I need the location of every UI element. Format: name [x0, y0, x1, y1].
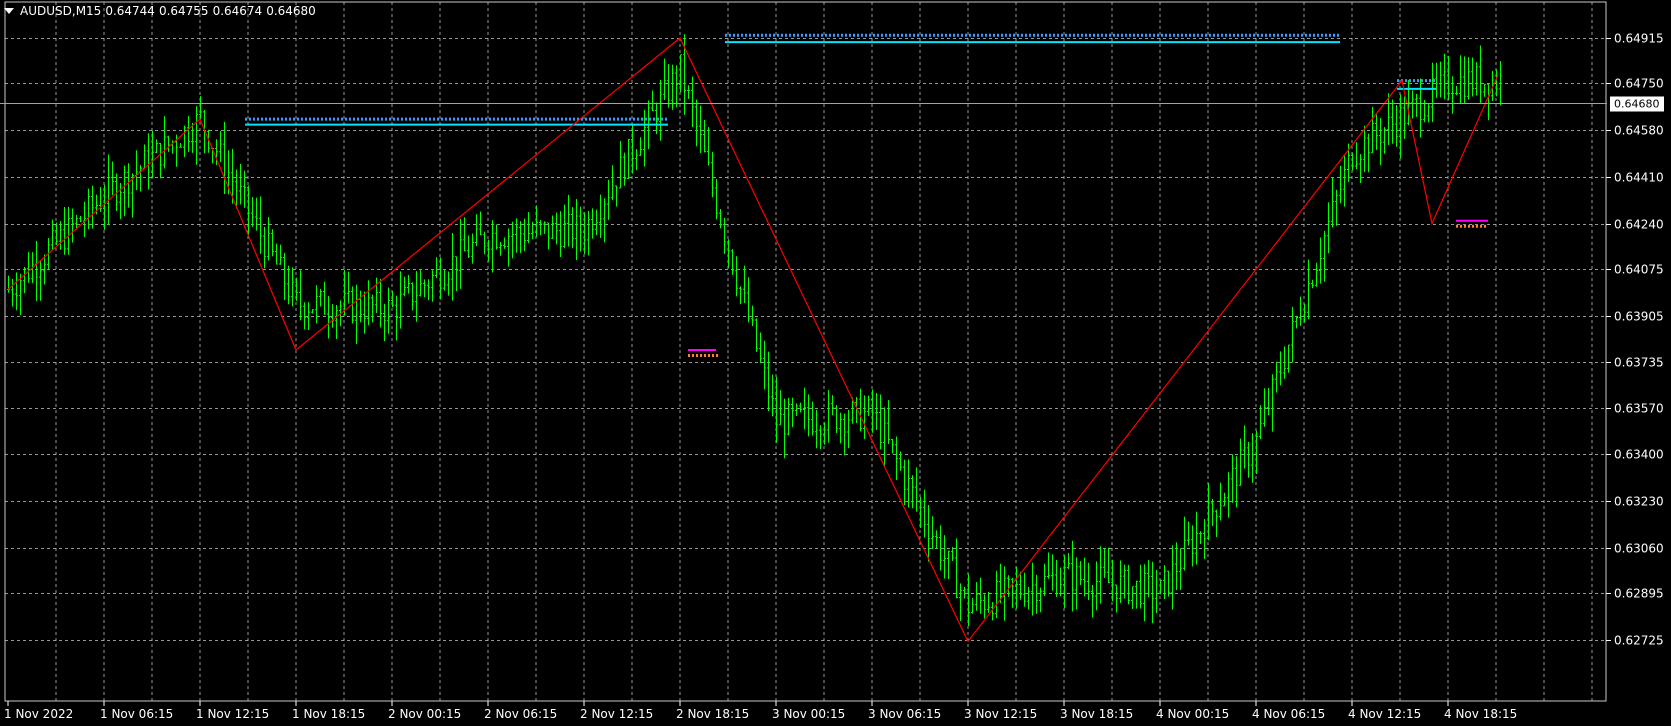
y-tick-label: 0.63570 [1614, 402, 1664, 416]
x-tick-label: 4 Nov 00:15 [1156, 707, 1229, 721]
y-tick-label: 0.63905 [1614, 310, 1664, 324]
x-tick-label: 1 Nov 12:15 [196, 707, 269, 721]
y-tick-label: 0.63735 [1614, 356, 1664, 370]
x-tick-label: 1 Nov 2022 [4, 707, 73, 721]
symbol-timeframe: AUDUSD,M15 [20, 4, 102, 18]
chart-header: AUDUSD,M15 0.64744 0.64755 0.64674 0.646… [4, 4, 316, 18]
x-tick-label: 4 Nov 18:15 [1444, 707, 1517, 721]
y-tick-label: 0.64580 [1614, 124, 1664, 138]
y-tick-label: 0.64240 [1614, 218, 1664, 232]
y-tick-label: 0.64750 [1614, 77, 1664, 91]
y-tick-label: 0.62895 [1614, 587, 1664, 601]
current-price-label: 0.64680 [1610, 96, 1664, 112]
high-price: 0.64755 [158, 4, 209, 18]
open-price: 0.64744 [105, 4, 155, 18]
x-tick-label: 4 Nov 12:15 [1348, 707, 1421, 721]
dropdown-triangle-icon[interactable] [4, 8, 14, 14]
y-tick-label: 0.63230 [1614, 495, 1664, 509]
x-tick-label: 2 Nov 18:15 [676, 707, 749, 721]
x-tick-label: 1 Nov 06:15 [100, 707, 173, 721]
close-price: 0.64680 [266, 4, 316, 18]
x-tick-label: 4 Nov 06:15 [1252, 707, 1325, 721]
y-tick-label: 0.62725 [1614, 634, 1664, 648]
x-tick-label: 1 Nov 18:15 [292, 707, 365, 721]
x-tick-label: 3 Nov 18:15 [1060, 707, 1133, 721]
x-tick-label: 2 Nov 00:15 [388, 707, 461, 721]
y-tick-label: 0.63060 [1614, 542, 1664, 556]
x-tick-label: 3 Nov 00:15 [772, 707, 845, 721]
current-price-text: 0.64680 [1614, 98, 1660, 111]
y-tick-label: 0.64915 [1614, 32, 1664, 46]
x-tick-label: 2 Nov 12:15 [580, 707, 653, 721]
x-tick-label: 3 Nov 06:15 [868, 707, 941, 721]
x-tick-label: 2 Nov 06:15 [484, 707, 557, 721]
y-tick-label: 0.64075 [1614, 263, 1664, 277]
low-price: 0.64674 [212, 4, 263, 18]
y-tick-label: 0.63400 [1614, 448, 1664, 462]
price-chart[interactable]: 0.64915 0.64750 0.64580 0.64410 0.64240 0.640… [0, 0, 1671, 726]
y-tick-label: 0.64410 [1614, 171, 1664, 185]
x-tick-label: 3 Nov 12:15 [964, 707, 1037, 721]
